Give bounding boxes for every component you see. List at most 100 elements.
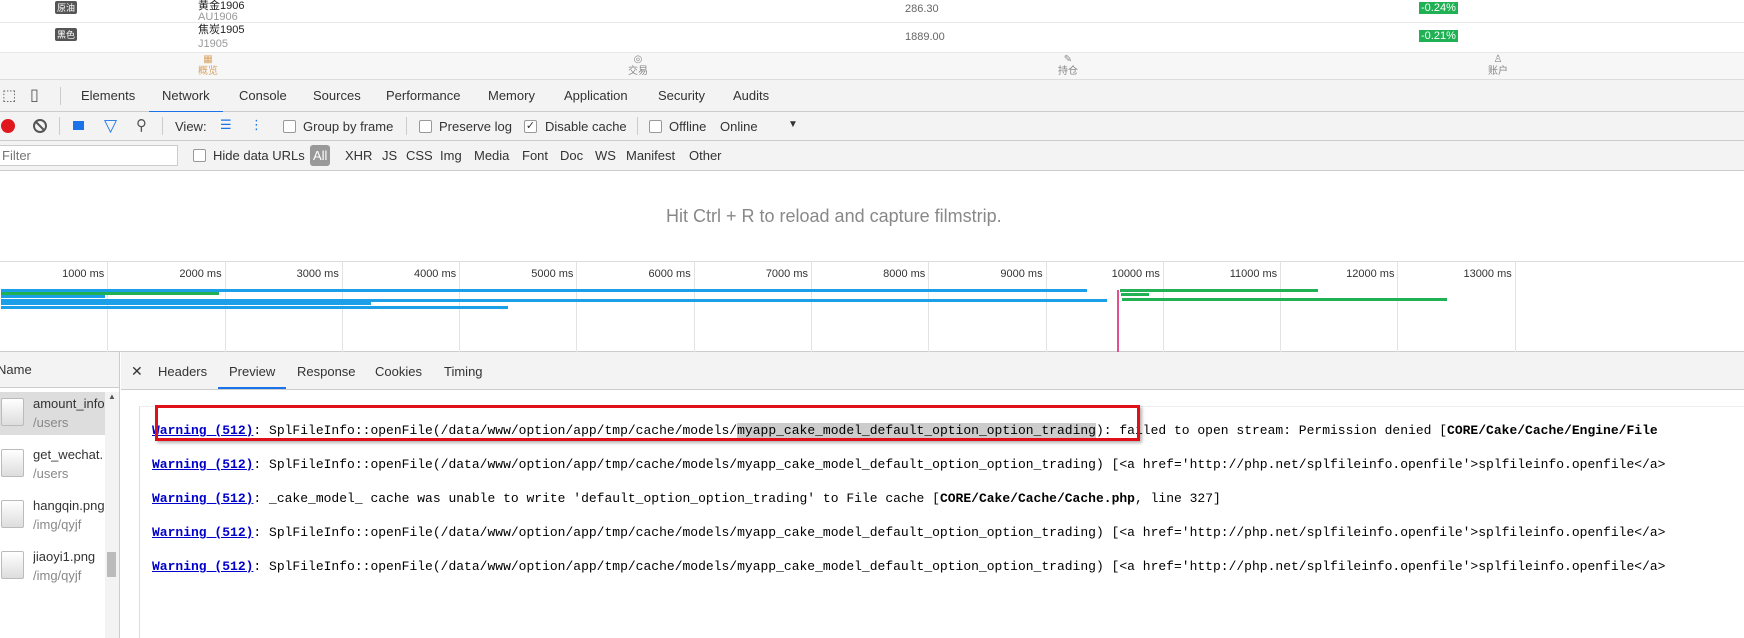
type-filter-doc[interactable]: Doc <box>560 148 583 163</box>
scrollbar[interactable]: ▲ <box>105 392 119 638</box>
grid-line <box>1514 262 1516 352</box>
tab-cookies[interactable]: Cookies <box>375 364 422 379</box>
warning-line: Warning (512): SplFileInfo::openFile(/da… <box>152 457 1665 472</box>
type-filter-js[interactable]: JS <box>382 148 397 163</box>
filter-icon[interactable]: ▽ <box>104 116 117 136</box>
file-icon <box>1 500 24 528</box>
filmstrip-message: Hit Ctrl + R to reload and capture films… <box>666 206 1002 226</box>
request-row[interactable]: hangqin.png/img/qyjf <box>0 494 105 537</box>
group-by-frame-label: Group by frame <box>303 119 394 134</box>
preserve-log-checkbox[interactable] <box>419 120 432 133</box>
preserve-log-label: Preserve log <box>439 119 512 134</box>
grid-line <box>1397 262 1399 352</box>
warning-link[interactable]: Warning (512) <box>152 491 253 506</box>
search-icon[interactable]: ⚲ <box>136 116 147 134</box>
type-filter-all[interactable]: All <box>310 145 331 166</box>
request-name: amount_info <box>33 396 105 411</box>
tick-label: 10000 ms <box>1111 268 1160 280</box>
request-row[interactable]: jiaoyi1.png/img/qyjf <box>0 545 105 588</box>
quote-row[interactable]: 原油 黄金1906 AU1906 286.30 -0.24% <box>0 0 1744 23</box>
type-filter-css[interactable]: CSS <box>406 148 433 163</box>
close-icon[interactable]: ✕ <box>131 363 143 380</box>
tab-memory[interactable]: Memory <box>488 88 535 103</box>
type-filter-font[interactable]: Font <box>522 148 548 163</box>
nav-label: 账户 <box>1488 66 1508 77</box>
timeline-overview[interactable]: 1000 ms 2000 ms 3000 ms 4000 ms 5000 ms 6000 … <box>0 262 1744 352</box>
nav-account[interactable]: ♙ 账户 <box>1478 54 1518 78</box>
request-bar <box>0 295 105 298</box>
inspect-element-icon[interactable]: ⬚ <box>2 86 16 104</box>
warning-text: : SplFileInfo::openFile(/data/www/option… <box>253 457 1666 472</box>
name-column-header[interactable]: Name <box>0 362 32 377</box>
file-icon <box>1 449 24 477</box>
tick-label: 3000 ms <box>296 268 339 280</box>
request-row[interactable]: get_wechat. /users <box>0 443 105 486</box>
tab-timing[interactable]: Timing <box>444 364 483 379</box>
change-badge: -0.24% <box>1419 2 1458 14</box>
nav-position[interactable]: ✎ 持仓 <box>1048 54 1088 78</box>
tab-elements[interactable]: Elements <box>81 88 135 103</box>
disable-cache-checkbox[interactable]: ✓ <box>524 120 537 133</box>
overview-waterfall-icon[interactable]: ⋮ <box>250 117 263 133</box>
warning-link[interactable]: Warning (512) <box>152 559 253 574</box>
tab-console[interactable]: Console <box>239 88 287 103</box>
request-bar <box>0 306 509 309</box>
request-list: Name amount_info/users get_wechat. /users h… <box>0 352 120 638</box>
request-row[interactable]: amount_info/users <box>0 392 105 435</box>
type-filter-xhr[interactable]: XHR <box>345 148 372 163</box>
nav-overview[interactable]: ▦ 概览 <box>188 54 228 78</box>
quote-row[interactable]: 黑色 焦炭1905 J1905 1889.00 -0.21% <box>0 23 1744 53</box>
clear-icon[interactable] <box>33 119 47 133</box>
type-filter-ws[interactable]: WS <box>595 148 616 163</box>
file-path: CORE/Cake/Cache/Engine/File <box>1447 423 1658 438</box>
tab-security[interactable]: Security <box>658 88 705 103</box>
warning-link[interactable]: Warning (512) <box>152 457 253 472</box>
large-rows-icon[interactable]: ☰ <box>220 117 232 133</box>
type-filter-img[interactable]: Img <box>440 148 462 163</box>
warning-link[interactable]: Warning (512) <box>152 525 253 540</box>
divider <box>60 87 61 105</box>
request-name: hangqin.png <box>33 498 105 513</box>
filter-input[interactable] <box>0 145 178 166</box>
tab-performance[interactable]: Performance <box>386 88 460 103</box>
group-by-frame-checkbox[interactable] <box>283 120 296 133</box>
request-path: /img/qyjf <box>33 568 82 583</box>
tab-preview[interactable]: Preview <box>217 364 287 389</box>
grid-line <box>1162 262 1164 352</box>
chevron-down-icon[interactable]: ▼ <box>788 119 798 130</box>
devtools-tabbar: ⬚ ▯ Elements Network Console Sources Per… <box>0 80 1744 113</box>
nav-trade[interactable]: ◎ 交易 <box>618 54 658 78</box>
contract-code: AU1906 <box>198 11 238 23</box>
capture-screenshots-icon[interactable] <box>73 121 84 130</box>
device-toolbar-icon[interactable]: ▯ <box>30 85 39 105</box>
tab-headers[interactable]: Headers <box>158 364 207 379</box>
record-icon[interactable] <box>1 119 15 133</box>
file-icon <box>1 398 24 426</box>
view-label: View: <box>175 119 207 134</box>
tab-audits[interactable]: Audits <box>733 88 769 103</box>
tab-response[interactable]: Response <box>297 364 356 379</box>
tick-label: 1000 ms <box>62 268 105 280</box>
throttling-select[interactable]: Online <box>720 119 758 134</box>
category-tag: 黑色 <box>55 28 78 41</box>
contract-code: J1905 <box>198 38 228 50</box>
trade-icon: ◎ <box>633 54 643 65</box>
tab-sources[interactable]: Sources <box>313 88 361 103</box>
tab-application[interactable]: Application <box>564 88 628 103</box>
tick-label: 4000 ms <box>413 268 457 280</box>
file-path: CORE/Cake/Cache/Cache.php <box>939 491 1135 506</box>
tick-label: 11000 ms <box>1229 268 1278 280</box>
type-filter-manifest[interactable]: Manifest <box>626 148 675 163</box>
warning-text: : _cake_model_ cache was unable to write… <box>253 491 940 506</box>
tab-network[interactable]: Network <box>149 88 223 113</box>
hide-data-urls-checkbox[interactable] <box>193 149 206 162</box>
offline-checkbox[interactable] <box>649 120 662 133</box>
tick-label: 12000 ms <box>1346 268 1395 280</box>
scrollbar-thumb[interactable] <box>107 552 116 577</box>
scroll-up-icon[interactable]: ▲ <box>108 392 116 401</box>
type-filter-other[interactable]: Other <box>689 148 722 163</box>
account-icon: ♙ <box>1493 54 1503 65</box>
request-bar <box>1121 298 1447 301</box>
type-filter-media[interactable]: Media <box>474 148 509 163</box>
warning-text: ): failed to open stream: Permission den… <box>1095 423 1448 438</box>
